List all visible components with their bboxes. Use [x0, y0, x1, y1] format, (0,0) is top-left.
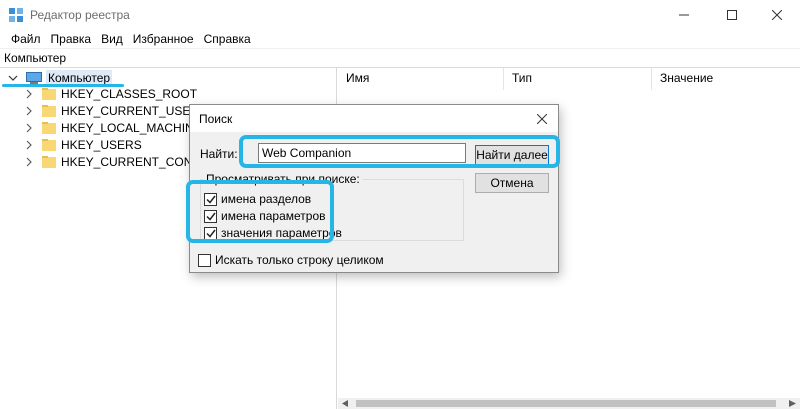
menu-edit[interactable]: Правка [46, 31, 97, 47]
highlight-options [186, 180, 334, 243]
title-bar: Редактор реестра [0, 0, 800, 30]
tree-item-label: HKEY_LOCAL_MACHINE [61, 120, 202, 135]
tree-item-hklm[interactable]: HKEY_LOCAL_MACHINE [24, 119, 202, 136]
find-label: Найти: [200, 147, 238, 161]
highlight-underline [2, 84, 124, 87]
tree-item-hkcu[interactable]: HKEY_CURRENT_USER [24, 102, 199, 119]
highlight-find-row [239, 135, 560, 168]
folder-icon [42, 138, 56, 151]
chevron-right-icon[interactable] [24, 89, 34, 99]
close-icon [772, 10, 782, 20]
tree-item-hku[interactable]: HKEY_USERS [24, 136, 142, 153]
address-bar[interactable]: Компьютер [0, 48, 800, 68]
close-button[interactable] [754, 0, 800, 30]
folder-icon [42, 155, 56, 168]
menu-view[interactable]: Вид [96, 31, 128, 47]
tree-item-label: HKEY_CLASSES_ROOT [61, 86, 198, 101]
tree-item-label: HKEY_CURRENT_USER [61, 103, 200, 118]
folder-icon [42, 121, 56, 134]
menu-file[interactable]: Файл [6, 31, 46, 47]
column-header-value[interactable]: Значение [652, 68, 800, 90]
chevron-right-icon[interactable] [24, 157, 34, 167]
scrollbar-thumb[interactable] [356, 400, 776, 407]
tree-item-hkcr[interactable]: HKEY_CLASSES_ROOT [24, 85, 197, 102]
horizontal-scrollbar[interactable] [338, 398, 800, 409]
minimize-icon [679, 14, 689, 16]
checkbox-whole-string[interactable] [198, 253, 211, 267]
registry-editor-icon [9, 8, 23, 22]
tree-item-hkcc[interactable]: HKEY_CURRENT_CONFIG [24, 153, 212, 170]
scroll-right-icon[interactable] [789, 400, 796, 407]
dialog-title: Поиск [199, 112, 233, 126]
folder-icon [42, 104, 56, 117]
menu-help[interactable]: Справка [199, 31, 256, 47]
window-title: Редактор реестра [30, 8, 130, 22]
column-header-name[interactable]: Имя [338, 68, 504, 90]
option-whole-string[interactable]: Искать только строку целиком [198, 253, 384, 267]
dialog-close-button[interactable] [532, 109, 552, 129]
maximize-icon [727, 10, 737, 20]
folder-icon [42, 87, 56, 100]
chevron-right-icon[interactable] [24, 123, 34, 133]
menu-favorites[interactable]: Избранное [128, 31, 199, 47]
maximize-button[interactable] [709, 0, 755, 30]
cancel-button[interactable]: Отмена [475, 173, 549, 193]
menu-bar: Файл Правка Вид Избранное Справка [0, 30, 800, 48]
minimize-button[interactable] [661, 0, 707, 30]
tree-item-label: HKEY_USERS [61, 137, 142, 152]
dialog-title-bar: Поиск [190, 105, 558, 132]
scroll-left-icon[interactable] [342, 400, 349, 407]
chevron-right-icon[interactable] [24, 140, 34, 150]
chevron-down-icon[interactable] [8, 73, 18, 83]
option-label: Искать только строку целиком [215, 253, 384, 267]
chevron-right-icon[interactable] [24, 106, 34, 116]
computer-icon [26, 71, 42, 84]
close-icon [537, 114, 547, 124]
column-header-type[interactable]: Тип [504, 68, 652, 90]
